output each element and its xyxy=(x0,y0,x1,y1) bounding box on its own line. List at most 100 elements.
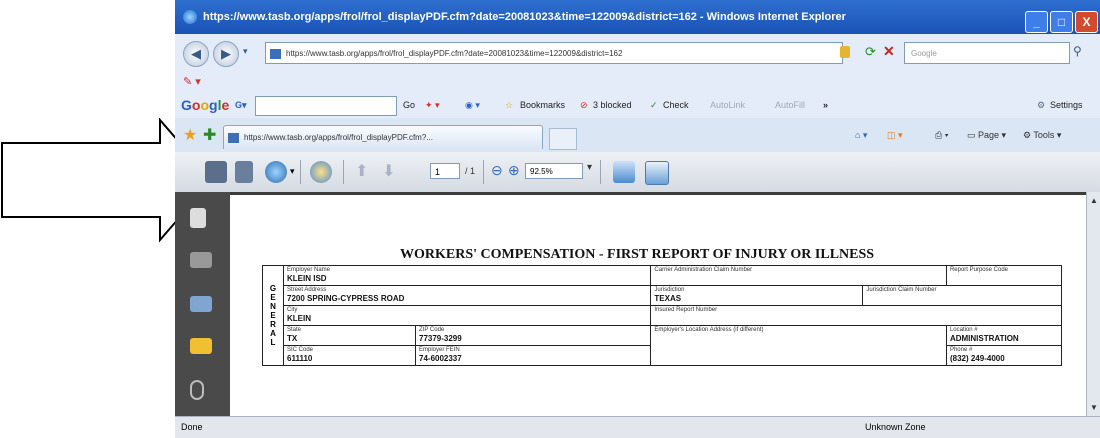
search-icon[interactable]: ⚲ xyxy=(1073,44,1082,58)
title-bar: https://www.tasb.org/apps/frol/frol_disp… xyxy=(175,0,1100,34)
settings-button[interactable]: Settings xyxy=(1050,92,1083,118)
search-input[interactable]: Google xyxy=(904,42,1070,64)
window-title: https://www.tasb.org/apps/frol/frol_disp… xyxy=(203,11,846,23)
comments-icon[interactable] xyxy=(190,338,212,354)
google-tools-icon[interactable]: ✦ ▾ xyxy=(425,92,440,118)
save-pdf-icon[interactable] xyxy=(235,161,253,183)
autolink-button[interactable]: AutoLink xyxy=(710,92,745,118)
status-bar: Done Unknown Zone xyxy=(175,416,1100,438)
google-news-icon[interactable]: ◉ ▾ xyxy=(465,92,480,118)
tab-current[interactable]: https://www.tasb.org/apps/frol/frol_disp… xyxy=(223,125,543,149)
tab-page-icon xyxy=(228,133,239,143)
popup-blocked-icon: ⊘ xyxy=(580,100,588,110)
addon-icon[interactable]: ✎ ▾ xyxy=(183,76,201,88)
maximize-button[interactable]: □ xyxy=(1050,11,1073,33)
refresh-icon[interactable]: ⟳ xyxy=(865,44,876,60)
scroll-down-icon[interactable]: ▼ xyxy=(1090,403,1098,412)
google-go-button[interactable]: Go xyxy=(403,92,415,118)
zoom-level-input[interactable]: 92.5% xyxy=(525,163,583,179)
email-icon[interactable] xyxy=(265,161,287,183)
tab-bar: ★ ✚ https://www.tasb.org/apps/frol/frol_… xyxy=(175,118,1100,153)
back-button[interactable]: ◀ xyxy=(183,41,209,67)
layers-icon[interactable] xyxy=(190,296,212,312)
zip-cell: ZIP Code 77379-3299 xyxy=(414,325,652,346)
insured-report-cell: Insured Report Number xyxy=(650,305,1062,326)
status-text: Done xyxy=(181,422,203,432)
google-menu-icon[interactable]: G▾ xyxy=(235,92,247,118)
fein-cell: Employer FEIN 74-6002337 xyxy=(414,345,652,366)
page-icon xyxy=(270,49,281,59)
next-page-icon[interactable]: ⬇ xyxy=(382,161,395,181)
address-row: ◀ ▶ ▾ https://www.tasb.org/apps/frol/fro… xyxy=(175,34,1100,73)
favorites-star-icon[interactable]: ★ xyxy=(183,125,197,145)
address-url: https://www.tasb.org/apps/frol/frol_disp… xyxy=(286,49,623,58)
section-label-general: GENERAL xyxy=(262,265,284,366)
recent-pages-dropdown-icon[interactable]: ▾ xyxy=(243,46,248,57)
bookmarks-star-icon[interactable]: ☆ xyxy=(505,92,513,118)
browser-window: https://www.tasb.org/apps/frol/frol_disp… xyxy=(175,0,1100,438)
addon-row: ✎ ▾ xyxy=(175,72,1100,92)
home-icon[interactable]: ⌂ ▾ xyxy=(855,118,867,152)
pdf-viewer: WORKERS' COMPENSATION - FIRST REPORT OF … xyxy=(175,192,1100,416)
spellcheck-icon: ✓ xyxy=(650,100,658,110)
carrier-claim-cell: Carrier Administration Claim Number xyxy=(650,265,947,286)
bookmarks-button[interactable]: Bookmarks xyxy=(520,92,565,118)
zoom-dropdown-icon[interactable]: ▾ xyxy=(587,162,592,173)
lock-icon[interactable] xyxy=(840,46,850,58)
window-controls: _ □ X xyxy=(1023,6,1098,34)
close-button[interactable]: X xyxy=(1075,11,1098,33)
scroll-up-icon[interactable]: ▲ xyxy=(1090,196,1098,205)
fit-width-icon[interactable] xyxy=(613,161,635,183)
address-input[interactable]: https://www.tasb.org/apps/frol/frol_disp… xyxy=(265,42,843,64)
find-icon[interactable] xyxy=(310,161,332,183)
signatures-icon[interactable] xyxy=(190,252,212,268)
minimize-button[interactable]: _ xyxy=(1025,11,1048,33)
fit-page-icon[interactable] xyxy=(645,161,669,185)
pdf-page: WORKERS' COMPENSATION - FIRST REPORT OF … xyxy=(230,195,1086,416)
print-pdf-icon[interactable] xyxy=(205,161,227,183)
report-form: GENERAL Employer Name KLEIN ISD Carrier A… xyxy=(262,265,1063,366)
security-zone: Unknown Zone xyxy=(865,422,926,432)
jurisdiction-cell: Jurisdiction TEXAS xyxy=(650,285,864,306)
autofill-button[interactable]: AutoFill xyxy=(775,92,805,118)
more-button[interactable]: » xyxy=(823,92,828,118)
pdf-toolbar: ▾ ⬆ ⬇ 1 / 1 ⊖ ⊕ 92.5% ▾ xyxy=(175,152,1100,193)
location-cell: Location # ADMINISTRATION xyxy=(945,325,1063,346)
feeds-icon[interactable]: ◫ ▾ xyxy=(887,118,903,152)
settings-icon: ⚙ xyxy=(1037,100,1046,110)
page-number: 1 xyxy=(435,167,441,177)
email-dropdown-icon[interactable]: ▾ xyxy=(290,166,295,177)
employer-name-cell: Employer Name KLEIN ISD xyxy=(282,265,652,286)
stop-icon[interactable]: ✕ xyxy=(883,43,895,60)
page-total: / 1 xyxy=(465,166,476,176)
ie-icon xyxy=(183,10,197,25)
google-toolbar: Google G▾ Go ✦ ▾ ◉ ▾ ☆ Bookmarks ⊘ 3 blo… xyxy=(175,92,1100,119)
check-button[interactable]: Check xyxy=(663,92,689,118)
previous-page-icon[interactable]: ⬆ xyxy=(355,161,368,181)
state-cell: State TX xyxy=(283,325,416,346)
attachments-icon[interactable] xyxy=(190,380,204,400)
page-number-input[interactable]: 1 xyxy=(430,163,460,179)
vertical-scrollbar[interactable]: ▲ ▼ xyxy=(1086,192,1100,416)
add-favorite-icon[interactable]: ✚ xyxy=(203,125,216,145)
pages-icon[interactable] xyxy=(190,208,206,228)
google-logo: Google xyxy=(181,97,230,113)
new-tab-button[interactable] xyxy=(549,128,577,150)
form-title: WORKERS' COMPENSATION - FIRST REPORT OF … xyxy=(400,247,875,262)
forward-button[interactable]: ▶ xyxy=(213,41,239,67)
google-search-input[interactable] xyxy=(255,96,397,116)
phone-cell: Phone # (832) 249-4000 xyxy=(945,345,1063,366)
popup-blocked-button[interactable]: 3 blocked xyxy=(593,92,632,118)
tab-title: https://www.tasb.org/apps/frol/frol_disp… xyxy=(244,133,433,142)
tools-menu[interactable]: ⚙ Tools ▾ xyxy=(1023,118,1061,152)
street-address-cell: Street Address 7200 SPRING-CYPRESS ROAD xyxy=(282,285,652,306)
location-address-cell: Employer's Location Address (if differen… xyxy=(650,325,947,366)
report-purpose-cell: Report Purpose Code xyxy=(945,265,1063,286)
print-icon[interactable]: ⎙ ▾ xyxy=(935,118,948,152)
pdf-sidebar xyxy=(175,192,230,416)
jurisdiction-claim-cell: Jurisdiction Claim Number xyxy=(862,285,1062,306)
city-cell: City KLEIN xyxy=(282,305,652,326)
zoom-in-icon[interactable]: ⊕ xyxy=(508,162,520,179)
page-menu[interactable]: ▭ Page ▾ xyxy=(967,118,1006,152)
zoom-out-icon[interactable]: ⊖ xyxy=(491,162,503,179)
